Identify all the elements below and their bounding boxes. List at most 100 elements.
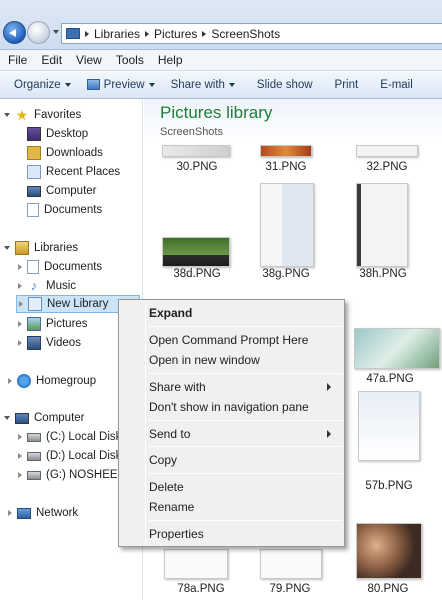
file-name[interactable]: 30.PNG: [157, 161, 237, 173]
breadcrumb-arrow-icon[interactable]: [202, 30, 207, 37]
expand-arrow-icon[interactable]: [18, 340, 22, 346]
expand-arrow-icon[interactable]: [4, 246, 10, 250]
tree-lib-music[interactable]: ♪ Music: [18, 277, 76, 295]
expand-arrow-icon[interactable]: [18, 264, 22, 270]
menu-separator: [149, 446, 342, 447]
tree-lib-videos[interactable]: Videos: [18, 334, 81, 352]
preview-button[interactable]: Preview: [79, 71, 163, 98]
file-thumbnail[interactable]: [260, 145, 312, 157]
file-name[interactable]: 47a.PNG: [350, 373, 430, 385]
chevron-down-icon: [228, 82, 235, 87]
expand-arrow-icon[interactable]: [18, 472, 22, 478]
menu-item-send-to[interactable]: Send to: [149, 425, 339, 443]
file-thumbnail[interactable]: [356, 145, 418, 157]
tree-favorites[interactable]: ★ Favorites: [4, 106, 81, 124]
print-button[interactable]: Print: [321, 71, 367, 98]
address-bar[interactable]: Libraries Pictures ScreenShots: [61, 23, 442, 44]
file-thumbnail[interactable]: [164, 549, 228, 579]
tree-computer-label: Computer: [34, 412, 85, 424]
back-button[interactable]: [3, 21, 26, 44]
breadcrumb-arrow-icon[interactable]: [85, 30, 89, 37]
tree-homegroup-label: Homegroup: [36, 375, 97, 387]
file-thumbnail[interactable]: [162, 237, 230, 267]
breadcrumb-libraries[interactable]: Libraries: [94, 27, 140, 41]
tree-desktop[interactable]: Desktop: [27, 125, 88, 143]
menu-item-expand[interactable]: Expand: [149, 304, 339, 322]
file-name[interactable]: 38g.PNG: [246, 268, 326, 280]
documents-icon: [27, 260, 39, 274]
file-name[interactable]: 32.PNG: [347, 161, 427, 173]
recent-pages-dropdown-icon[interactable]: [53, 30, 59, 34]
menu-file[interactable]: File: [8, 53, 27, 67]
menu-item-open-command-prompt[interactable]: Open Command Prompt Here: [149, 331, 339, 349]
desktop-icon: [27, 127, 41, 141]
slide-show-button[interactable]: Slide show: [243, 71, 321, 98]
menu-item-dont-show[interactable]: Don't show in navigation pane: [149, 398, 339, 416]
tree-computer-favorite[interactable]: Computer: [27, 182, 97, 200]
menu-edit[interactable]: Edit: [41, 53, 62, 67]
tree-drive-c-label: (C:) Local Disk: [46, 431, 122, 443]
breadcrumb-pictures[interactable]: Pictures: [154, 27, 197, 41]
expand-arrow-icon[interactable]: [8, 378, 12, 384]
file-thumbnail[interactable]: [356, 523, 422, 579]
forward-button[interactable]: [27, 21, 50, 44]
menu-separator: [149, 373, 342, 374]
menu-item-delete[interactable]: Delete: [149, 478, 339, 496]
menu-item-share-with[interactable]: Share with: [149, 378, 339, 396]
computer-icon: [27, 185, 41, 197]
menu-help[interactable]: Help: [158, 53, 183, 67]
expand-arrow-icon[interactable]: [4, 113, 10, 117]
tree-drive-d-label: (D:) Local Disk: [46, 450, 122, 462]
expand-arrow-icon[interactable]: [18, 283, 22, 289]
tree-lib-documents[interactable]: Documents: [18, 258, 102, 276]
file-thumbnail[interactable]: [260, 183, 314, 267]
file-thumbnail[interactable]: [356, 183, 408, 267]
expand-arrow-icon[interactable]: [19, 301, 23, 307]
breadcrumb-arrow-icon[interactable]: [145, 30, 150, 37]
file-name[interactable]: 78a.PNG: [161, 583, 241, 595]
tree-documents-favorite[interactable]: Documents: [27, 201, 102, 219]
menu-view[interactable]: View: [76, 53, 102, 67]
tree-desktop-label: Desktop: [46, 128, 89, 140]
organize-button[interactable]: Organize: [0, 71, 79, 98]
menu-item-open-new-window[interactable]: Open in new window: [149, 351, 339, 369]
tree-lib-new-library-label: New Library: [47, 298, 109, 310]
library-header: Pictures library ScreenShots: [144, 99, 442, 145]
menu-tools[interactable]: Tools: [116, 53, 144, 67]
expand-arrow-icon[interactable]: [8, 510, 12, 516]
tree-lib-pictures-label: Pictures: [46, 318, 88, 330]
file-thumbnail[interactable]: [358, 391, 420, 461]
file-name[interactable]: 38h.PNG: [343, 268, 423, 280]
file-name[interactable]: 79.PNG: [250, 583, 330, 595]
menu-item-copy[interactable]: Copy: [149, 451, 339, 469]
file-thumbnail[interactable]: [260, 549, 322, 579]
tree-computer[interactable]: Computer: [4, 409, 85, 427]
tree-homegroup[interactable]: Homegroup: [8, 372, 96, 390]
tree-network-label: Network: [36, 507, 79, 519]
breadcrumb-screenshots[interactable]: ScreenShots: [211, 27, 280, 41]
file-name[interactable]: 80.PNG: [348, 583, 428, 595]
menu-item-properties[interactable]: Properties: [149, 525, 339, 543]
tree-libraries[interactable]: Libraries: [4, 239, 78, 257]
file-name[interactable]: 57b.PNG: [349, 480, 429, 492]
tree-drive-d[interactable]: (D:) Local Disk: [18, 447, 121, 465]
file-thumbnail[interactable]: [162, 145, 230, 157]
tree-network[interactable]: Network: [8, 504, 78, 522]
expand-arrow-icon[interactable]: [18, 434, 22, 440]
tree-recent-places[interactable]: Recent Places: [27, 163, 120, 181]
expand-arrow-icon[interactable]: [4, 416, 10, 420]
tree-drive-g[interactable]: (G:) NOSHEEN: [18, 466, 126, 484]
tree-lib-pictures[interactable]: Pictures: [18, 315, 88, 333]
file-name[interactable]: 31.PNG: [246, 161, 326, 173]
file-thumbnail[interactable]: [354, 328, 440, 369]
email-button[interactable]: E-mail: [366, 71, 421, 98]
tree-drive-c[interactable]: (C:) Local Disk: [18, 428, 121, 446]
share-with-button[interactable]: Share with: [163, 71, 243, 98]
file-name[interactable]: 38d.PNG: [157, 268, 237, 280]
expand-arrow-icon[interactable]: [18, 321, 22, 327]
menu-item-rename[interactable]: Rename: [149, 498, 339, 516]
context-menu: Expand Open Command Prompt Here Open in …: [118, 299, 345, 547]
tree-downloads[interactable]: Downloads: [27, 144, 103, 162]
tree-lib-music-label: Music: [46, 280, 77, 292]
expand-arrow-icon[interactable]: [18, 453, 22, 459]
